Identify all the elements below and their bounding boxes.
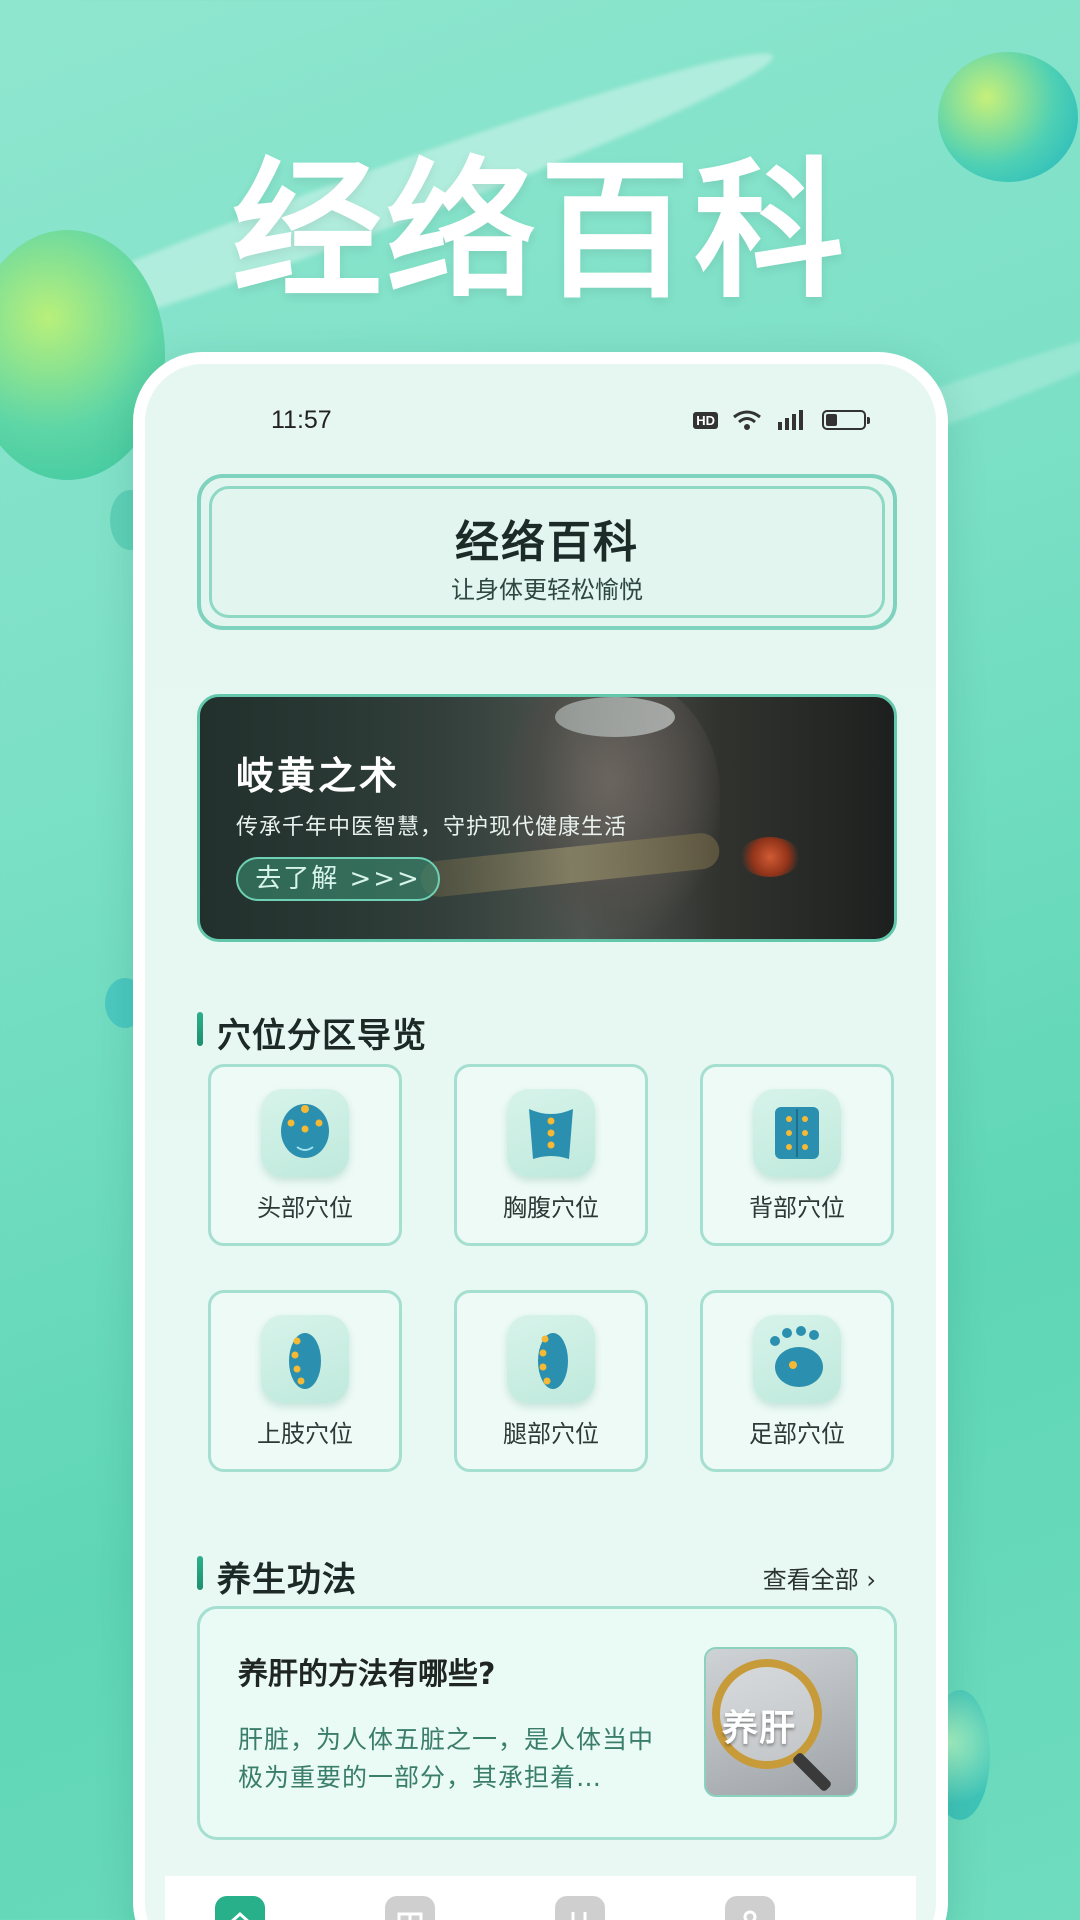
hd-icon: HD <box>693 411 718 429</box>
tile-label: 腿部穴位 <box>503 1420 599 1448</box>
app-screen: 11:57 HD 经络百科 让身体更轻松愉悦 岐黄之术 传承千年中医智慧，守护现… <box>145 364 936 1920</box>
article-thumbnail: 养肝 <box>704 1647 858 1797</box>
acupoint-tile-upper-limb[interactable]: 上肢穴位 <box>208 1290 402 1472</box>
head-acupoint-icon <box>261 1089 349 1177</box>
back-acupoint-icon <box>753 1089 841 1177</box>
acupoint-tile-head[interactable]: 头部穴位 <box>208 1064 402 1246</box>
banner-subtitle: 传承千年中医智慧，守护现代健康生活 <box>236 815 628 840</box>
chest-abdomen-acupoint-icon <box>507 1089 595 1177</box>
view-all-link[interactable]: 查看全部 › <box>763 1560 876 1595</box>
acupoint-tile-chest-abdomen[interactable]: 胸腹穴位 <box>454 1064 648 1246</box>
dining-icon[interactable] <box>555 1896 605 1920</box>
article-title: 养肝的方法有哪些? <box>238 1657 496 1692</box>
promo-banner[interactable]: 岐黄之术 传承千年中医智慧，守护现代健康生活 去了解 >>> <box>197 694 897 942</box>
tile-label: 背部穴位 <box>749 1194 845 1222</box>
foot-acupoint-icon <box>753 1315 841 1403</box>
app-title: 经络百科 <box>455 517 639 568</box>
book-icon[interactable] <box>385 1896 435 1920</box>
battery-icon <box>822 410 870 430</box>
app-subtitle: 让身体更轻松愉悦 <box>451 576 643 604</box>
acupoint-tile-foot[interactable]: 足部穴位 <box>700 1290 894 1472</box>
upper-limb-acupoint-icon <box>261 1315 349 1403</box>
thumbnail-text: 养肝 <box>722 1708 797 1749</box>
status-bar: 11:57 HD <box>145 406 936 446</box>
section-accent-bar <box>197 1012 203 1046</box>
cellular-signal-icon <box>778 410 803 430</box>
app-header-card: 经络百科 让身体更轻松愉悦 <box>197 474 897 630</box>
section-accent-bar <box>197 1556 203 1590</box>
tile-label: 上肢穴位 <box>257 1420 353 1448</box>
article-excerpt: 肝脏，为人体五脏之一，是人体当中极为重要的一部分，其承担着… <box>238 1725 655 1792</box>
promo-title: 经络百科 <box>231 145 848 319</box>
bottom-tab-bar <box>165 1876 916 1920</box>
tile-label: 足部穴位 <box>749 1420 845 1448</box>
banner-title: 岐黄之术 <box>236 754 401 798</box>
acupoint-section-title: 穴位分区导览 <box>217 1016 427 1056</box>
acupoint-tile-leg[interactable]: 腿部穴位 <box>454 1290 648 1472</box>
tile-label: 胸腹穴位 <box>503 1194 599 1222</box>
user-icon[interactable] <box>725 1896 775 1920</box>
leg-acupoint-icon <box>507 1315 595 1403</box>
acupoint-tile-back[interactable]: 背部穴位 <box>700 1064 894 1246</box>
wifi-icon <box>733 410 761 430</box>
tile-label: 头部穴位 <box>257 1194 353 1222</box>
article-card[interactable]: 养肝的方法有哪些? 肝脏，为人体五脏之一，是人体当中极为重要的一部分，其承担着…… <box>197 1606 897 1840</box>
phone-frame: 11:57 HD 经络百科 让身体更轻松愉悦 岐黄之术 传承千年中医智慧，守护现… <box>133 352 948 1920</box>
wellness-section-title: 养生功法 <box>217 1560 357 1600</box>
home-icon[interactable] <box>215 1896 265 1920</box>
status-time: 11:57 <box>271 406 332 434</box>
status-icons: HD <box>693 408 870 432</box>
learn-more-button[interactable]: 去了解 >>> <box>236 857 440 901</box>
